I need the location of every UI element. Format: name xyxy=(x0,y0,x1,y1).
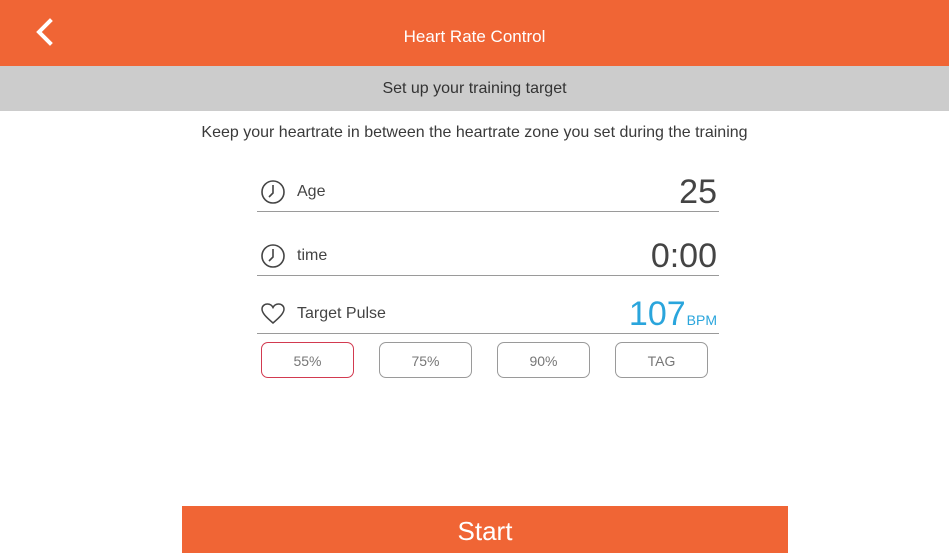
bpm-unit: BPM xyxy=(686,312,717,328)
clock-icon xyxy=(261,180,285,204)
top-app-bar: Heart Rate Control xyxy=(0,0,949,66)
start-button[interactable]: Start xyxy=(182,506,788,553)
time-field[interactable]: time 0:00 xyxy=(257,232,719,276)
age-label: Age xyxy=(297,183,326,200)
section-header: Set up your training target xyxy=(0,66,949,111)
time-label: time xyxy=(297,247,328,264)
target-pulse-label: Target Pulse xyxy=(297,305,386,322)
instruction-text: Keep your heartrate in between the heart… xyxy=(201,124,748,141)
preset-75-button[interactable]: 75% xyxy=(379,342,472,378)
age-value: 25 xyxy=(679,173,717,211)
target-pulse-value: 107BPM xyxy=(629,297,717,331)
preset-tag-button[interactable]: TAG xyxy=(615,342,708,378)
preset-buttons: 55% 75% 90% TAG xyxy=(261,342,721,380)
preset-90-button[interactable]: 90% xyxy=(497,342,590,378)
target-pulse-number: 107 xyxy=(628,295,686,333)
heart-icon xyxy=(261,303,285,324)
time-value: 0:00 xyxy=(650,237,717,275)
page-title: Heart Rate Control xyxy=(403,27,546,46)
age-field[interactable]: Age 25 xyxy=(257,168,719,212)
preset-55-button[interactable]: 55% xyxy=(261,342,354,378)
target-pulse-field[interactable]: Target Pulse 107BPM xyxy=(257,290,719,334)
clock-icon xyxy=(261,244,285,268)
